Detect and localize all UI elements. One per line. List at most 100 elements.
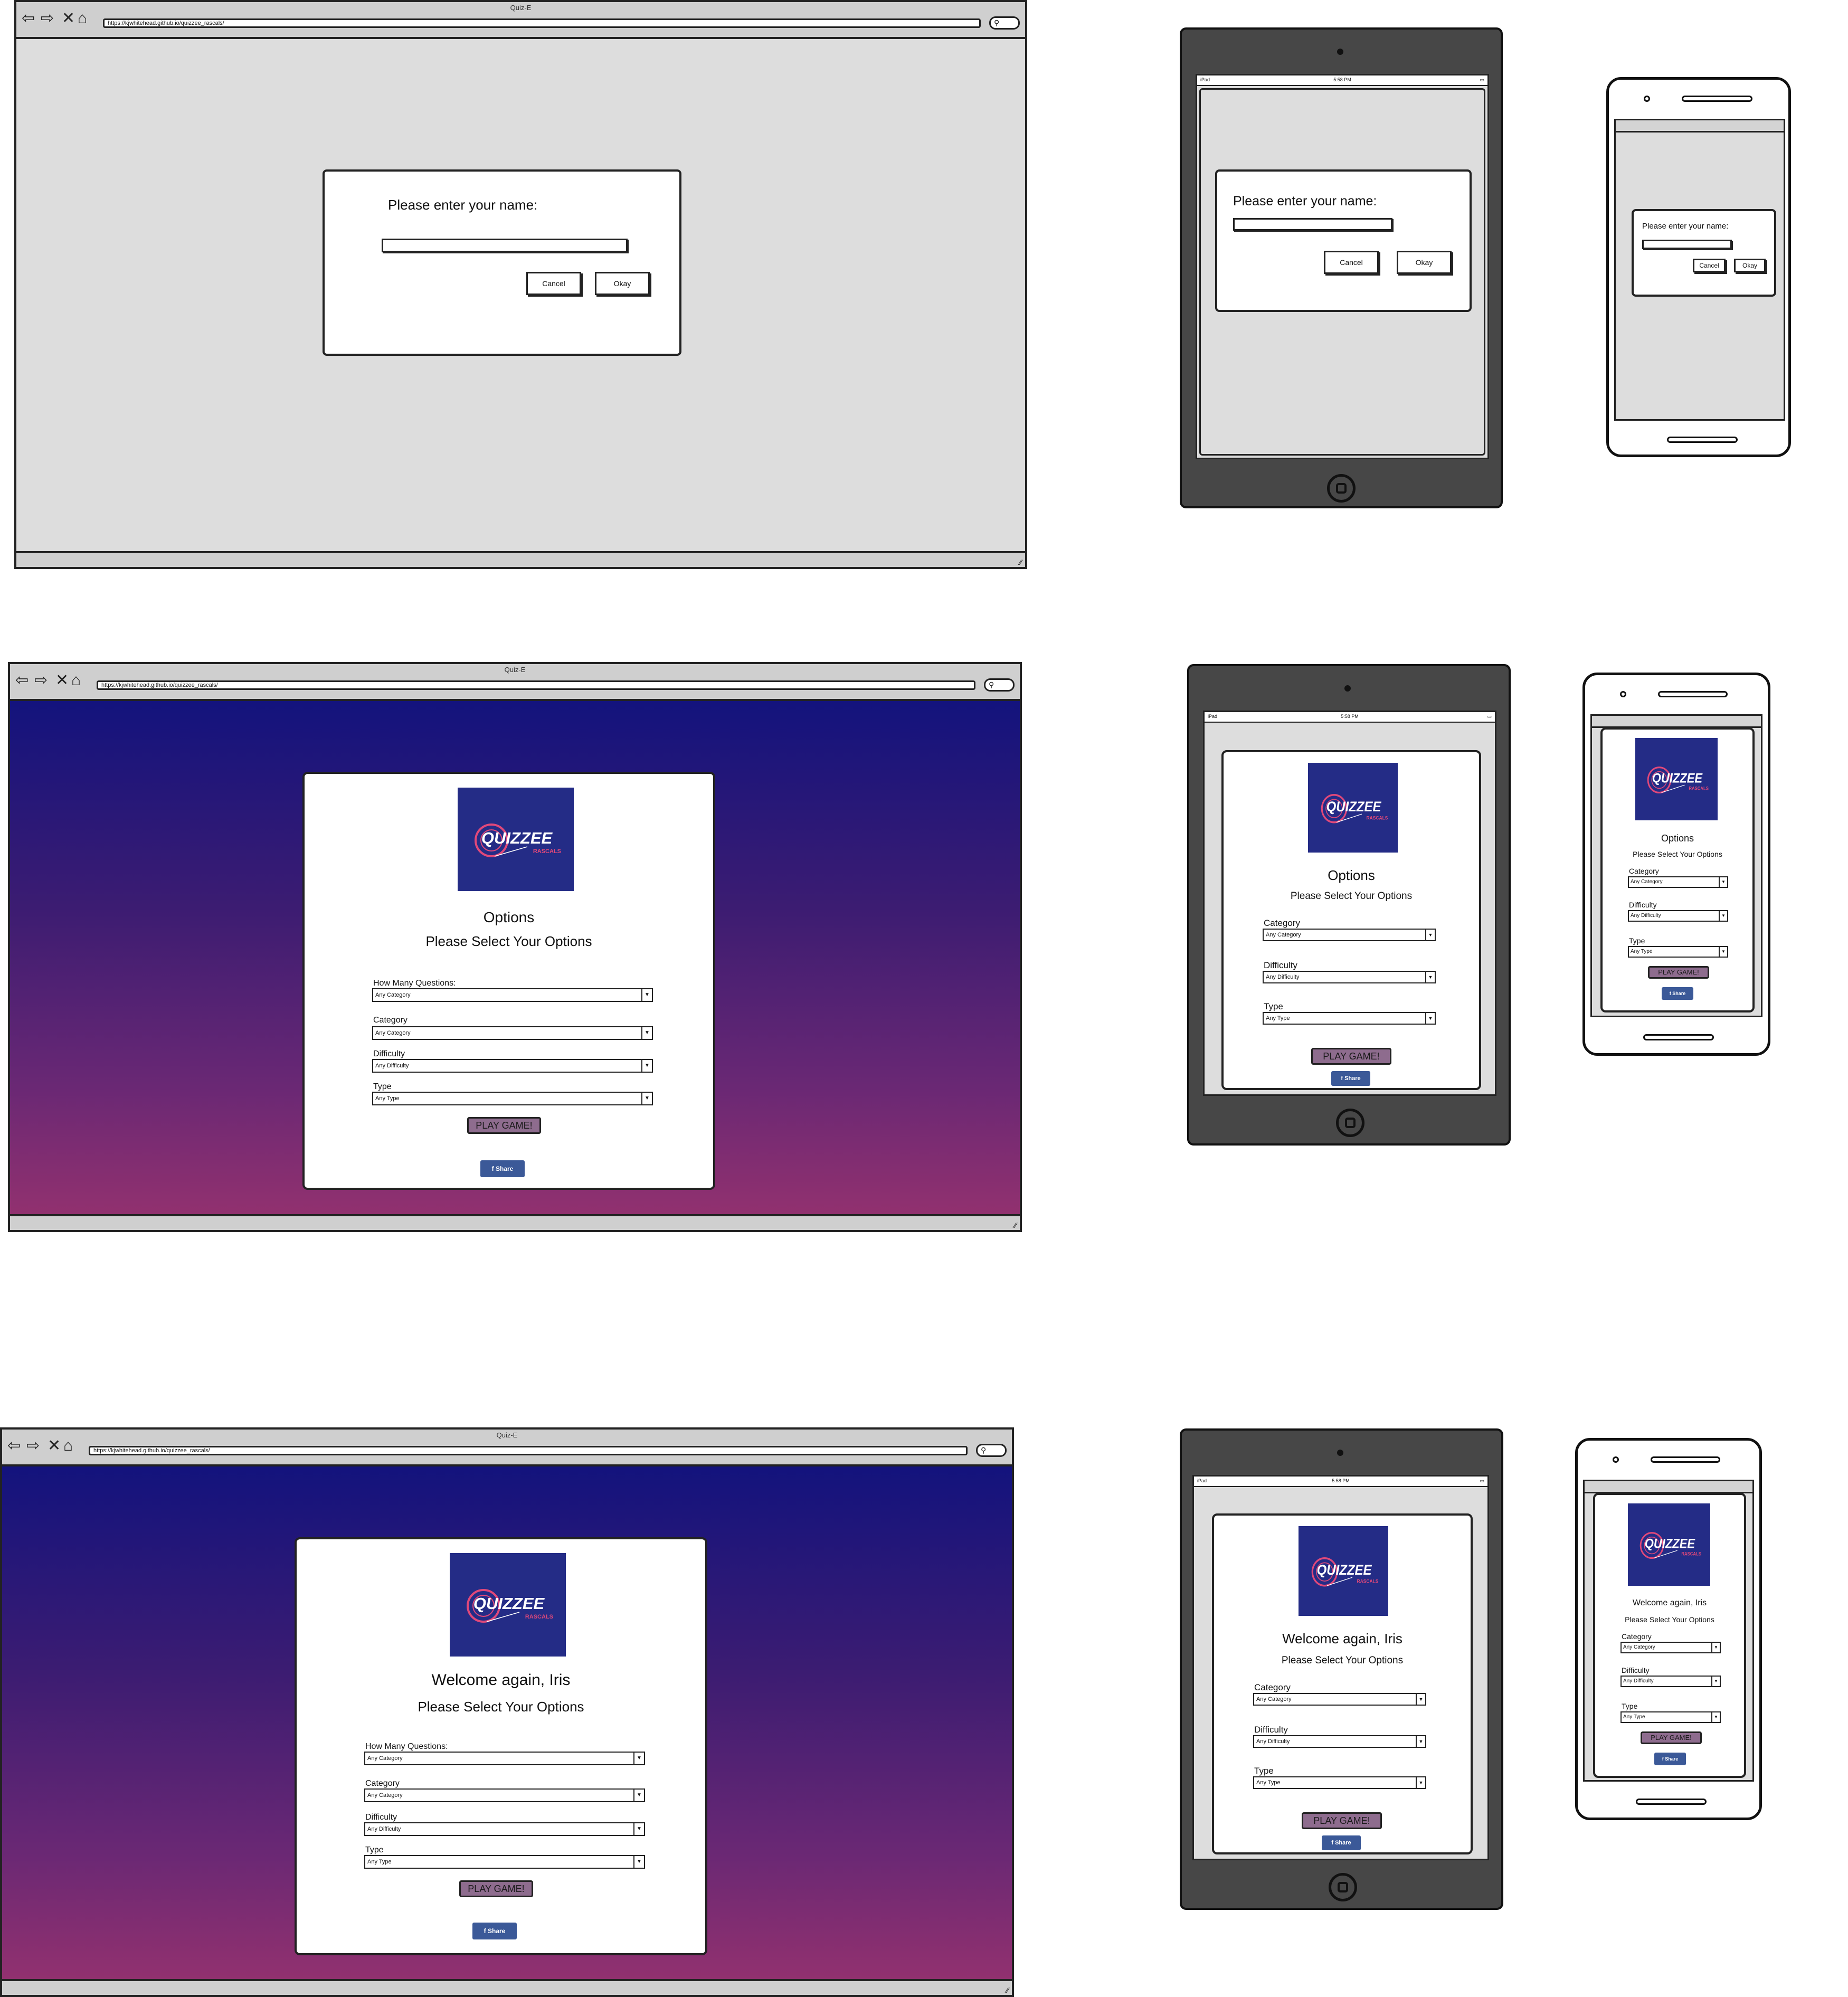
- battery-icon: ▭: [1480, 1478, 1484, 1483]
- difficulty-select[interactable]: Any Difficulty ▼: [364, 1822, 645, 1836]
- difficulty-select[interactable]: Any Difficulty ▼: [1263, 971, 1436, 983]
- resize-grip-icon[interactable]: ⁄⁄: [1014, 1222, 1017, 1229]
- resize-grip-icon[interactable]: ⁄⁄: [1019, 559, 1022, 566]
- facebook-share-button[interactable]: f Share: [1331, 1071, 1370, 1086]
- category-select[interactable]: Any Category ▼: [1253, 1693, 1426, 1706]
- play-game-button[interactable]: PLAY GAME!: [1311, 1048, 1391, 1065]
- difficulty-select[interactable]: Any Difficulty ▼: [1253, 1735, 1426, 1748]
- name-prompt-dialog: Please enter your name: Cancel Okay: [1215, 169, 1472, 312]
- chevron-down-icon: ▼: [641, 1093, 652, 1104]
- share-label: Share: [1344, 1075, 1361, 1082]
- type-select[interactable]: Any Type ▼: [1263, 1012, 1436, 1025]
- category-select[interactable]: Any Category ▼: [1620, 1642, 1721, 1653]
- cancel-button[interactable]: Cancel: [1693, 259, 1726, 272]
- play-game-button[interactable]: PLAY GAME!: [467, 1117, 541, 1134]
- phone-status-bar: [1592, 716, 1761, 728]
- prompt-message: Please enter your name:: [1642, 222, 1729, 231]
- play-game-button[interactable]: PLAY GAME!: [459, 1880, 533, 1897]
- cancel-button[interactable]: Cancel: [526, 272, 581, 295]
- chevron-down-icon: ▼: [1425, 972, 1435, 982]
- search-button[interactable]: ⚲: [976, 1444, 1007, 1457]
- close-icon[interactable]: ✕: [62, 11, 75, 26]
- type-label: Type: [373, 1082, 392, 1091]
- facebook-share-button[interactable]: f Share: [1322, 1835, 1361, 1850]
- back-arrow-icon[interactable]: ⇦: [7, 1438, 21, 1454]
- type-label: Type: [1622, 1702, 1638, 1710]
- home-icon[interactable]: ⌂: [78, 11, 87, 26]
- facebook-share-button[interactable]: f Share: [472, 1923, 517, 1939]
- home-icon[interactable]: ⌂: [71, 673, 81, 688]
- phone-status-bar: [1616, 120, 1784, 132]
- difficulty-label: Difficulty: [1254, 1725, 1288, 1735]
- difficulty-select[interactable]: Any Difficulty ▼: [372, 1059, 653, 1073]
- home-button[interactable]: [1336, 1109, 1364, 1137]
- home-icon[interactable]: ⌂: [63, 1438, 73, 1454]
- category-select[interactable]: Any Category ▼: [372, 1026, 653, 1040]
- type-select[interactable]: Any Type ▼: [372, 1092, 653, 1105]
- difficulty-value: Any Difficulty: [375, 1063, 409, 1069]
- tablet-options: iPad 5:58 PM ▭ QUIZZEE RASCALS Options P…: [1187, 664, 1511, 1146]
- chevron-down-icon: ▼: [1416, 1694, 1425, 1705]
- home-button[interactable]: [1329, 1873, 1357, 1901]
- how-many-value: Any Category: [367, 1755, 403, 1762]
- forward-arrow-icon[interactable]: ⇨: [41, 11, 54, 26]
- address-bar[interactable]: https://kjwhitehead.github.io/quizzee_ra…: [97, 680, 975, 690]
- search-button[interactable]: ⚲: [984, 678, 1015, 692]
- how-many-select[interactable]: Any Category ▼: [364, 1752, 645, 1765]
- close-icon[interactable]: ✕: [48, 1438, 61, 1454]
- name-input[interactable]: [382, 239, 628, 252]
- difficulty-select[interactable]: Any Difficulty ▼: [1628, 910, 1728, 922]
- category-select[interactable]: Any Category ▼: [1263, 929, 1436, 941]
- forward-arrow-icon[interactable]: ⇨: [34, 673, 48, 688]
- play-game-button[interactable]: PLAY GAME!: [1641, 1731, 1702, 1744]
- prompt-message: Please enter your name:: [1233, 194, 1377, 209]
- page-content: Please enter your name: Cancel Okay: [16, 39, 1025, 553]
- search-icon: ⚲: [994, 18, 1000, 27]
- category-value: Any Category: [375, 1030, 411, 1036]
- how-many-value: Any Category: [375, 992, 411, 998]
- search-button[interactable]: ⚲: [989, 16, 1020, 30]
- forward-arrow-icon[interactable]: ⇨: [26, 1438, 40, 1454]
- type-select[interactable]: Any Type ▼: [364, 1855, 645, 1869]
- type-select[interactable]: Any Type ▼: [1628, 946, 1728, 958]
- facebook-icon: f: [484, 1927, 488, 1935]
- welcome-heading: Welcome again, Iris: [1282, 1631, 1402, 1646]
- type-select[interactable]: Any Type ▼: [1253, 1776, 1426, 1789]
- clock-label: 5:58 PM: [1333, 77, 1351, 82]
- play-game-button[interactable]: PLAY GAME!: [1648, 966, 1709, 979]
- how-many-select[interactable]: Any Category ▼: [372, 988, 653, 1002]
- category-label: Category: [1254, 1682, 1291, 1692]
- resize-grip-icon[interactable]: ⁄⁄: [1006, 1986, 1009, 1994]
- address-bar[interactable]: https://kjwhitehead.github.io/quizzee_ra…: [89, 1446, 968, 1455]
- share-label: Share: [1335, 1840, 1351, 1846]
- logo-sub-text: RASCALS: [525, 1614, 553, 1620]
- address-bar[interactable]: https://kjwhitehead.github.io/quizzee_ra…: [103, 18, 981, 28]
- browser-statusbar: ⁄⁄: [10, 1214, 1020, 1230]
- category-select[interactable]: Any Category ▼: [364, 1788, 645, 1802]
- okay-button[interactable]: Okay: [595, 272, 650, 295]
- name-input[interactable]: [1233, 218, 1392, 231]
- facebook-share-button[interactable]: f Share: [1654, 1753, 1686, 1765]
- difficulty-select[interactable]: Any Difficulty ▼: [1620, 1676, 1721, 1687]
- logo-main-text: QUIZZEE: [473, 1594, 545, 1613]
- type-select[interactable]: Any Type ▼: [1620, 1711, 1721, 1723]
- facebook-share-button[interactable]: f Share: [480, 1160, 525, 1177]
- category-select[interactable]: Any Category ▼: [1628, 876, 1728, 888]
- back-arrow-icon[interactable]: ⇦: [15, 673, 29, 688]
- quizzee-logo-graphic: QUIZZEE RASCALS: [1639, 1532, 1701, 1559]
- options-subheading: Please Select Your Options: [1290, 891, 1413, 902]
- cancel-button[interactable]: Cancel: [1324, 251, 1379, 274]
- name-input[interactable]: [1642, 240, 1732, 249]
- chevron-down-icon: ▼: [1711, 1643, 1720, 1652]
- play-game-button[interactable]: PLAY GAME!: [1302, 1812, 1382, 1829]
- back-arrow-icon[interactable]: ⇦: [22, 11, 35, 26]
- close-icon[interactable]: ✕: [55, 673, 69, 688]
- facebook-share-button[interactable]: f Share: [1662, 987, 1693, 1000]
- okay-button[interactable]: Okay: [1397, 251, 1452, 274]
- chevron-down-icon: ▼: [633, 1753, 644, 1764]
- okay-button[interactable]: Okay: [1734, 259, 1766, 272]
- home-button[interactable]: [1327, 474, 1356, 503]
- difficulty-label: Difficulty: [373, 1049, 405, 1058]
- category-label: Category: [365, 1779, 400, 1788]
- logo-sub-text: RASCALS: [1689, 785, 1709, 791]
